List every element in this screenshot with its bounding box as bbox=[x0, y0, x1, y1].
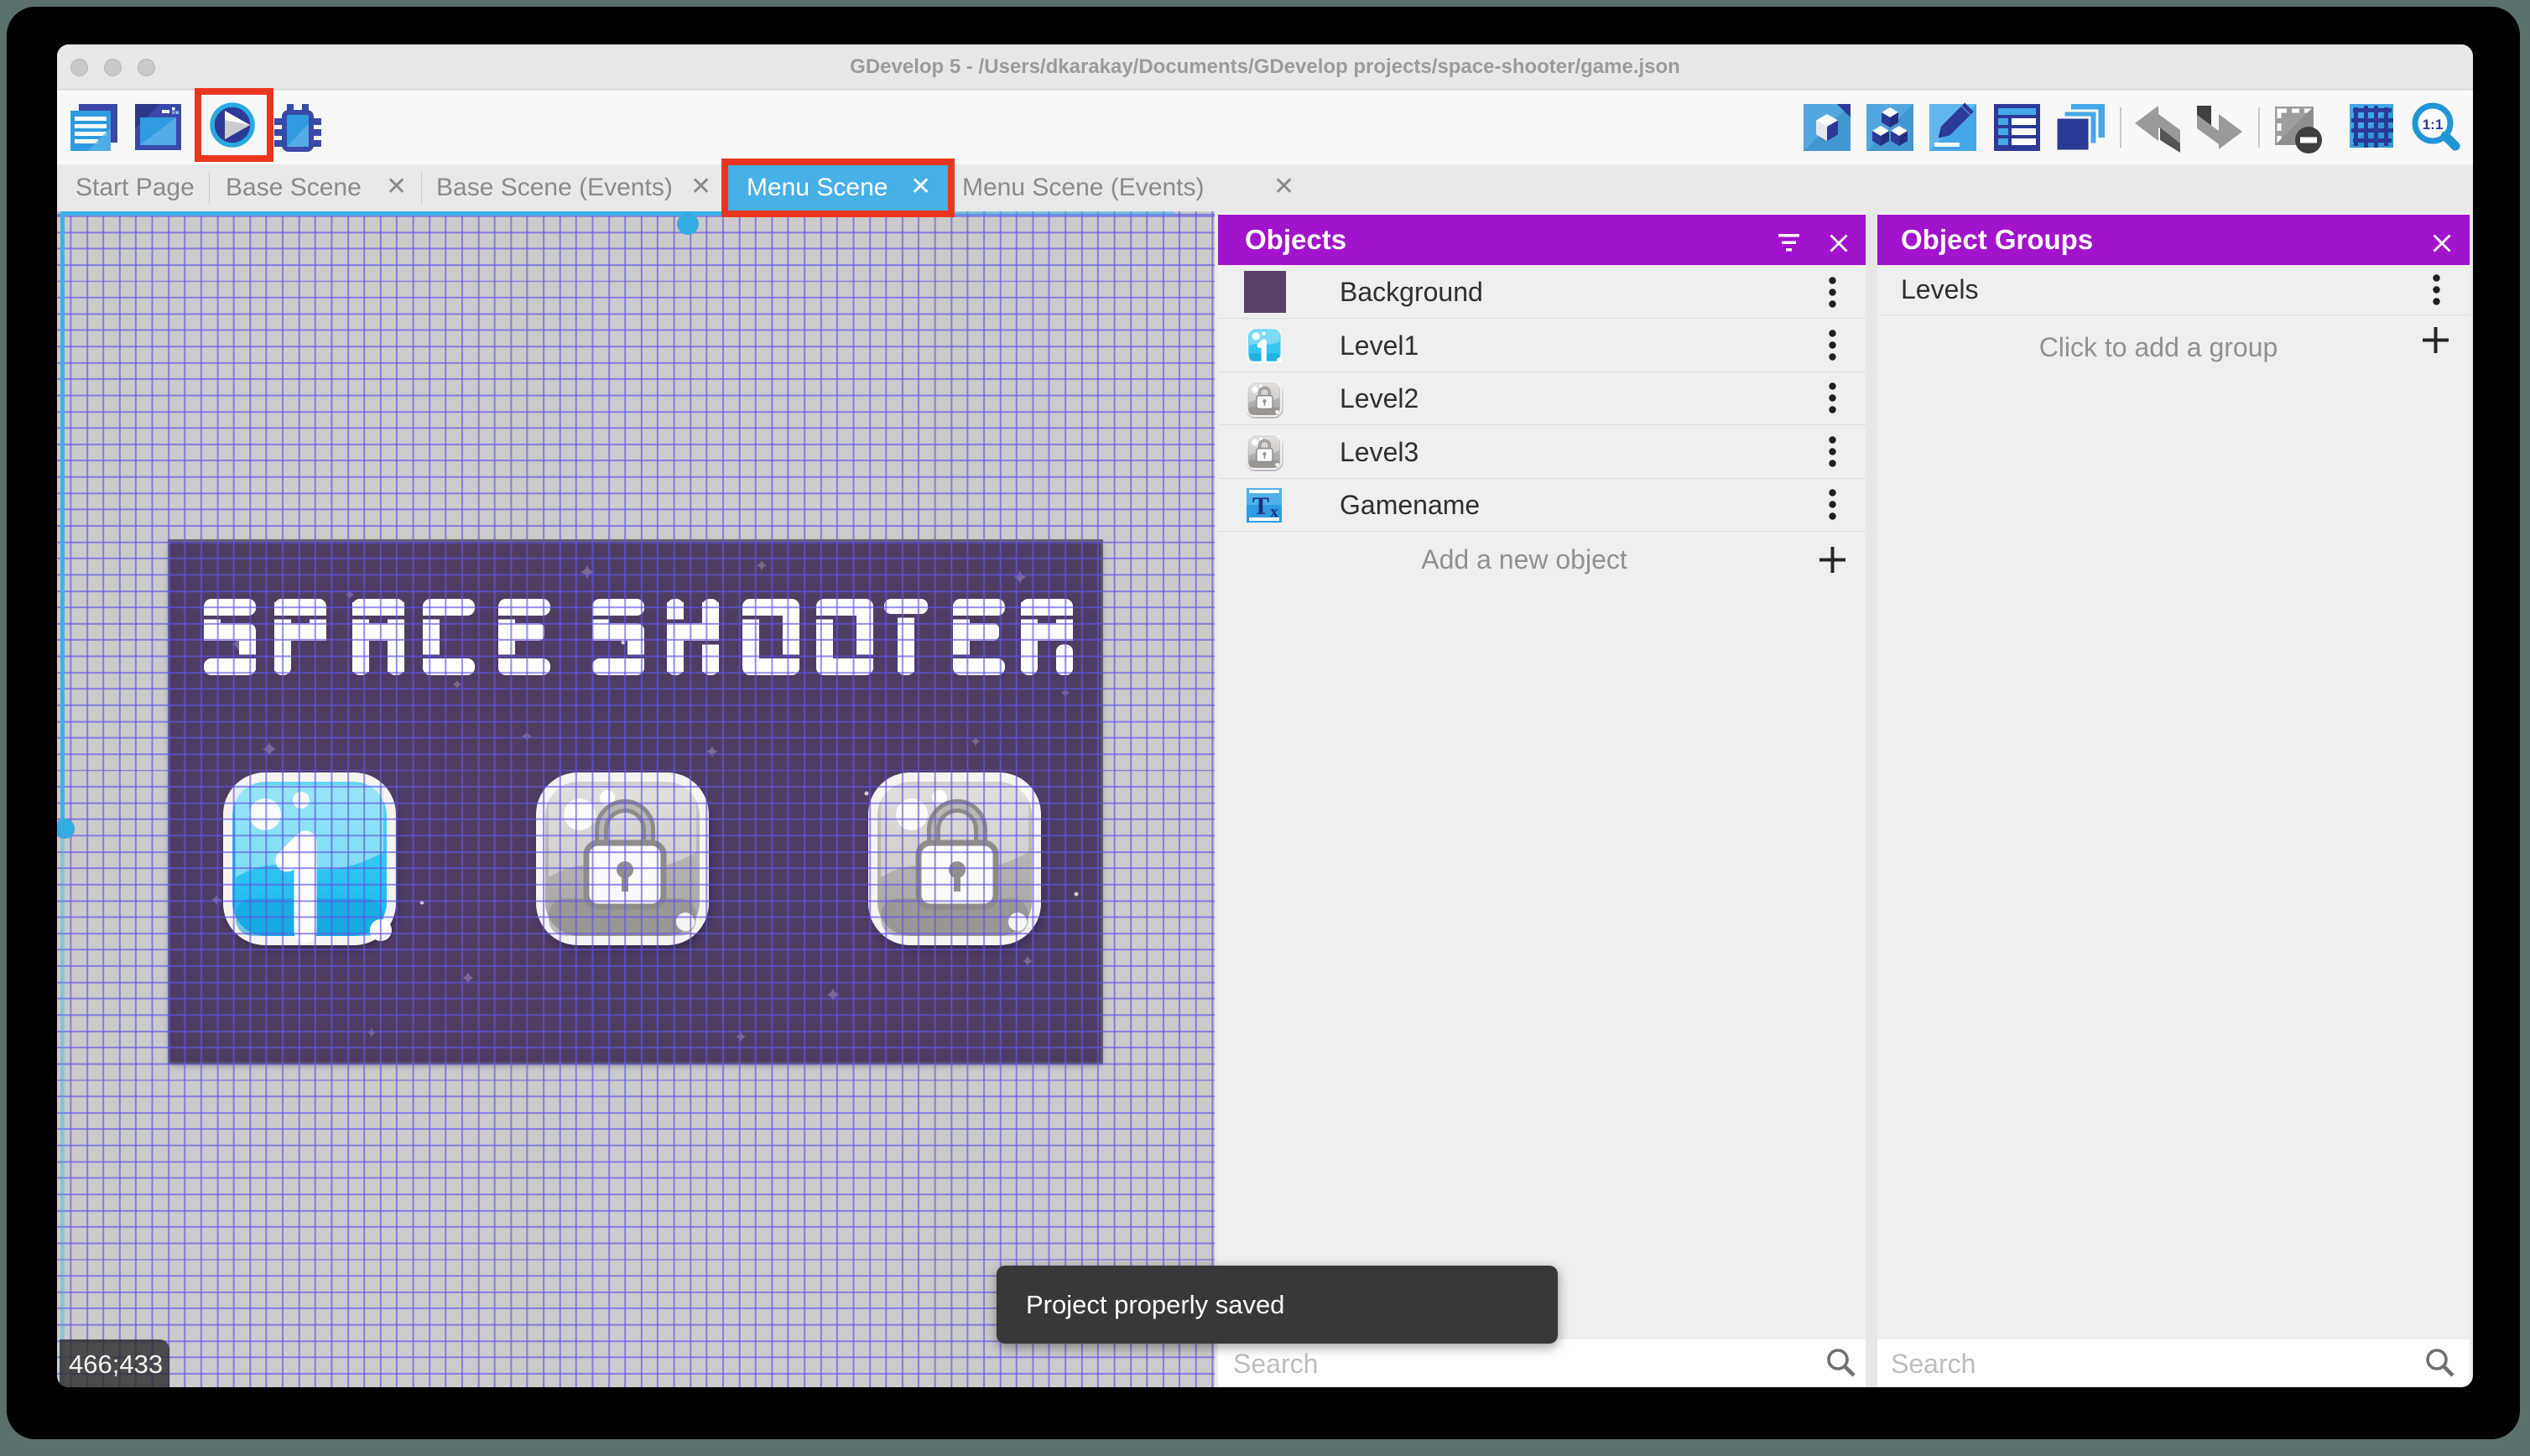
svg-text:1:1: 1:1 bbox=[2423, 117, 2444, 133]
svg-text:T: T bbox=[1252, 492, 1269, 520]
svg-text:x: x bbox=[1270, 503, 1278, 521]
